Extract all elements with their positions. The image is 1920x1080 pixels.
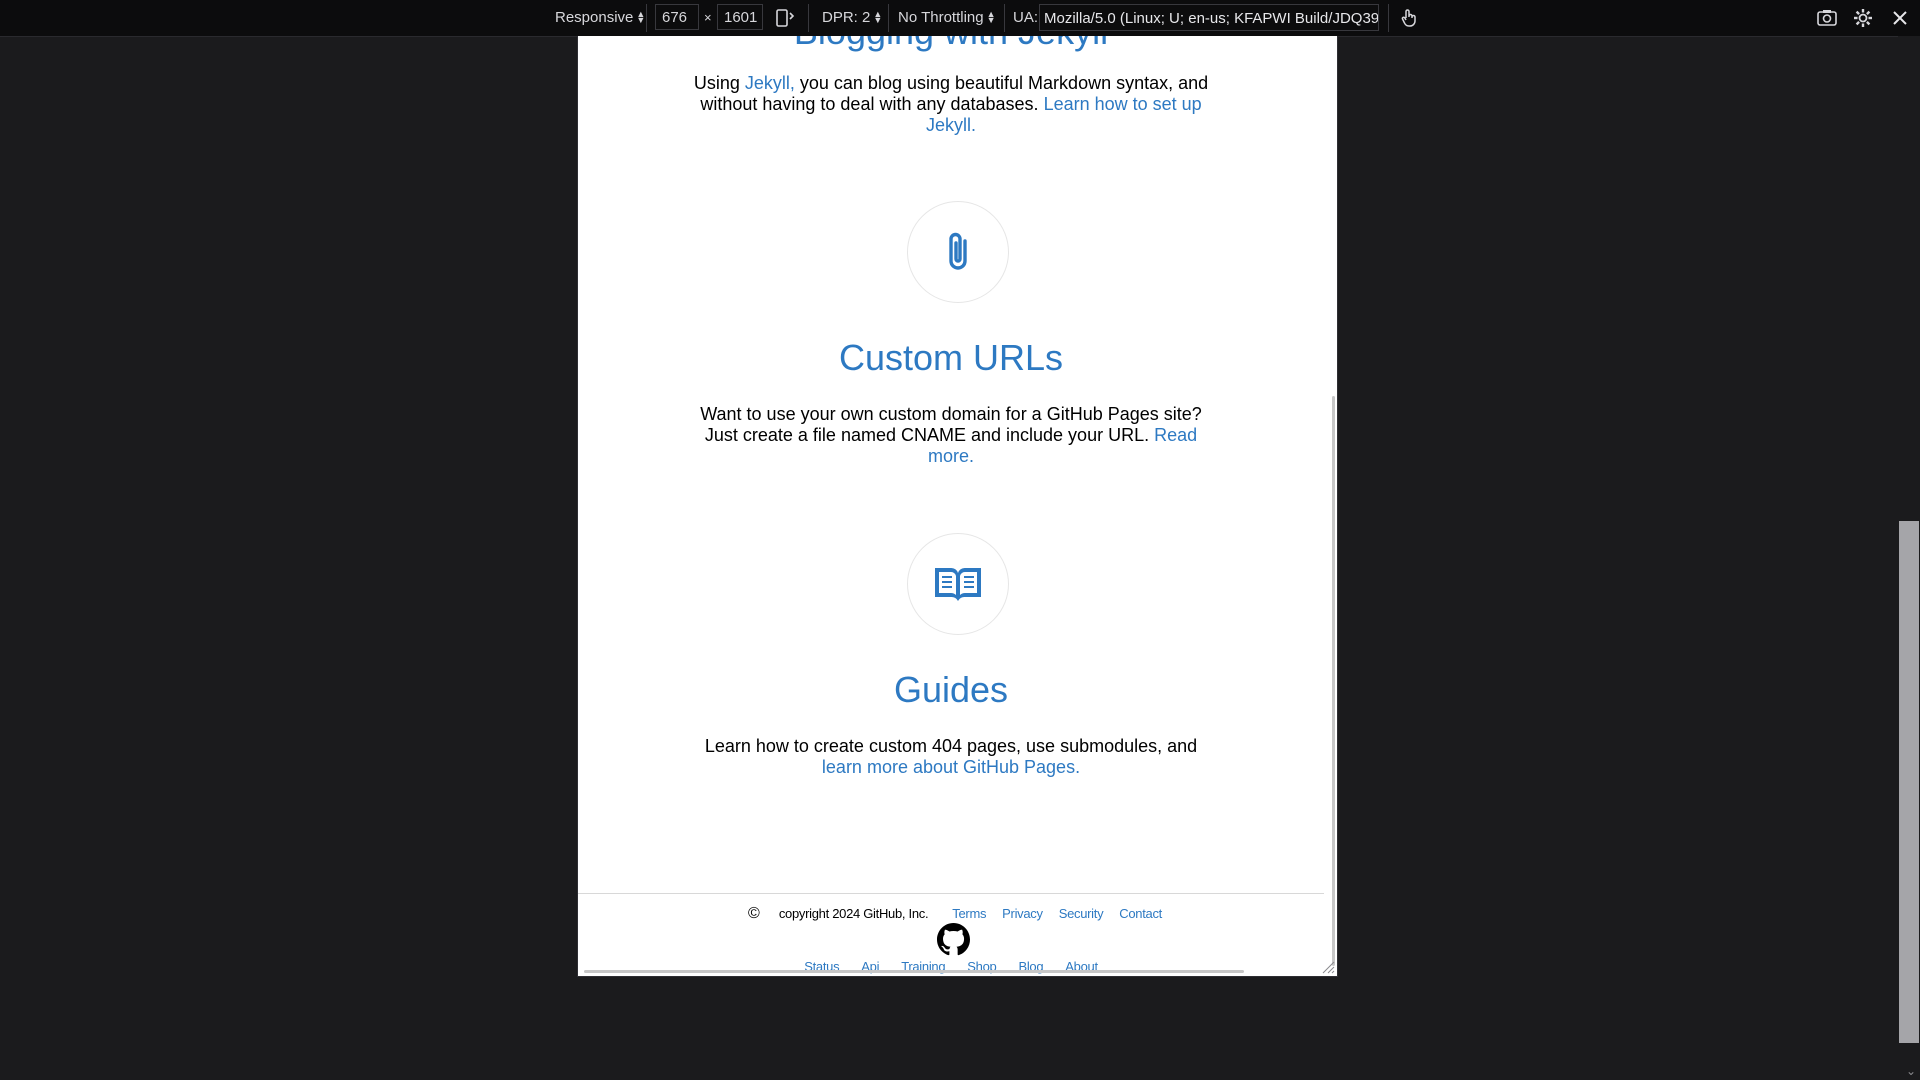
copyright-symbol: © [748, 905, 760, 922]
viewport-height-input[interactable]: 1601 [717, 4, 763, 30]
footer-link-terms[interactable]: Terms [952, 906, 986, 921]
custom-urls-text: Want to use your own custom domain for a… [691, 404, 1211, 467]
scroll-down-arrow-icon[interactable]: ⌄ [1906, 1064, 1916, 1078]
paperclip-icon [949, 232, 967, 270]
throttling-label: No Throttling [898, 9, 984, 26]
learn-more-github-pages-link[interactable]: learn more about GitHub Pages. [822, 757, 1080, 777]
custom-urls-section: Want to use your own custom domain for a… [578, 404, 1324, 467]
updown-icon: ▲ ▼ [986, 9, 996, 26]
window-scrollbar-thumb[interactable] [1899, 521, 1919, 1043]
guides-text: Learn how to create custom 404 pages, us… [701, 736, 1201, 778]
custom-urls-body: Want to use your own custom domain for a… [700, 404, 1202, 445]
dpr-selector[interactable]: DPR: 2 ▲ ▼ [822, 0, 882, 36]
jekyll-link[interactable]: Jekyll, [745, 73, 795, 93]
screenshot-icon[interactable] [1816, 7, 1838, 29]
divider [1388, 4, 1389, 32]
footer-link-privacy[interactable]: Privacy [1002, 906, 1043, 921]
blogging-text: Using Jekyll, you can blog using beautif… [691, 73, 1211, 136]
footer-row-top: © copyright 2024 GitHub, Inc. Terms Privac… [578, 905, 1324, 923]
guides-section: Learn how to create custom 404 pages, us… [578, 736, 1324, 778]
responsive-toolbar: Responsive ▲ ▼ 676 × 1601 DPR: 2 ▲ ▼ No Thro… [0, 0, 1920, 37]
resize-handle-icon[interactable] [1321, 960, 1335, 974]
divider [808, 4, 809, 32]
user-agent-input[interactable]: Mozilla/5.0 (Linux; U; en-us; KFAPWI Bui… [1039, 4, 1379, 31]
throttling-selector[interactable]: No Throttling ▲ ▼ [898, 0, 996, 36]
device-selector-label: Responsive [555, 9, 634, 26]
viewport-vertical-scrollbar[interactable] [1332, 396, 1335, 966]
device-viewport: Blogging with Jekyll Using Jekyll, you c… [577, 36, 1338, 977]
guides-icon-circle [907, 533, 1009, 635]
github-logo-icon[interactable] [937, 923, 970, 956]
updown-icon: ▲ ▼ [873, 9, 883, 26]
dpr-label: DPR: 2 [822, 9, 871, 26]
blogging-text-start: Using [693, 73, 745, 93]
custom-urls-icon-circle [907, 201, 1009, 303]
custom-urls-title: Custom URLs [838, 337, 1064, 378]
window-scrollbar[interactable]: ⌄ [1898, 36, 1920, 1080]
viewport-horizontal-scrollbar[interactable] [584, 970, 1244, 973]
divider [646, 4, 647, 32]
github-pages-page: Blogging with Jekyll Using Jekyll, you c… [578, 36, 1324, 976]
settings-gear-icon[interactable] [1852, 7, 1874, 29]
book-icon [935, 567, 981, 601]
times-sign: × [704, 10, 712, 25]
guides-title: Guides [893, 669, 1009, 710]
blogging-title: Blogging with Jekyll [578, 36, 1324, 52]
close-icon[interactable] [1889, 7, 1911, 29]
device-selector[interactable]: Responsive ▲ ▼ [555, 0, 645, 36]
guides-body: Learn how to create custom 404 pages, us… [704, 736, 1198, 756]
footer-link-contact[interactable]: Contact [1119, 906, 1162, 921]
copyright-label: copyright 2024 GitHub, Inc. [778, 906, 929, 921]
divider [888, 4, 889, 32]
rotate-viewport-icon[interactable] [774, 7, 796, 29]
site-footer: © copyright 2024 GitHub, Inc. Terms Privac… [578, 893, 1324, 974]
copyright-text: © copyright 2024 GitHub, Inc. [740, 905, 936, 922]
divider [1004, 4, 1005, 32]
touch-simulation-icon[interactable] [1398, 7, 1420, 29]
footer-link-security[interactable]: Security [1059, 906, 1104, 921]
updown-icon: ▲ ▼ [636, 9, 646, 26]
viewport-width-input[interactable]: 676 [655, 4, 699, 30]
ua-label: UA: [1013, 9, 1039, 26]
